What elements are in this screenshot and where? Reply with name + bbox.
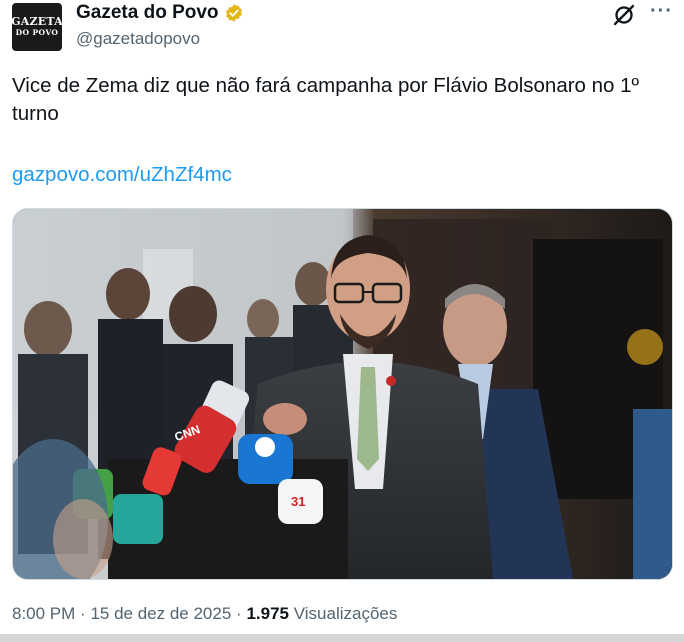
svg-text:31: 31 <box>291 494 305 509</box>
account-name-row: Gazeta do Povo <box>76 2 244 24</box>
verified-badge-icon[interactable] <box>224 3 244 23</box>
tweet-time[interactable]: 8:00 PM <box>12 604 75 623</box>
more-options-button[interactable]: ··· <box>650 0 673 23</box>
bottom-divider <box>0 634 684 642</box>
tweet-date[interactable]: 15 de dez de 2025 <box>90 604 231 623</box>
views-label: Visualizações <box>293 604 398 623</box>
display-name[interactable]: Gazeta do Povo <box>76 2 219 24</box>
avatar-text-top: GAZETA <box>11 15 63 28</box>
tweet-meta: 8:00 PM · 15 de dez de 2025 · 1.975 Visu… <box>12 604 397 624</box>
avatar-text-bottom: DO POVO <box>15 28 59 37</box>
tweet-media-photo[interactable]: CNN 31 <box>12 208 673 580</box>
meta-separator: · <box>80 604 86 623</box>
avatar[interactable]: GAZETA DO POVO <box>11 3 63 51</box>
photo-illustration: CNN 31 <box>13 209 672 579</box>
tweet-link[interactable]: gazpovo.com/uZhZf4mc <box>12 163 232 187</box>
views-count: 1.975 <box>246 604 289 623</box>
tweet-text: Vice de Zema diz que não fará campanha p… <box>12 74 640 125</box>
account-handle[interactable]: @gazetadopovo <box>76 29 200 49</box>
meta-separator: · <box>236 604 242 623</box>
grok-icon[interactable] <box>612 3 636 27</box>
